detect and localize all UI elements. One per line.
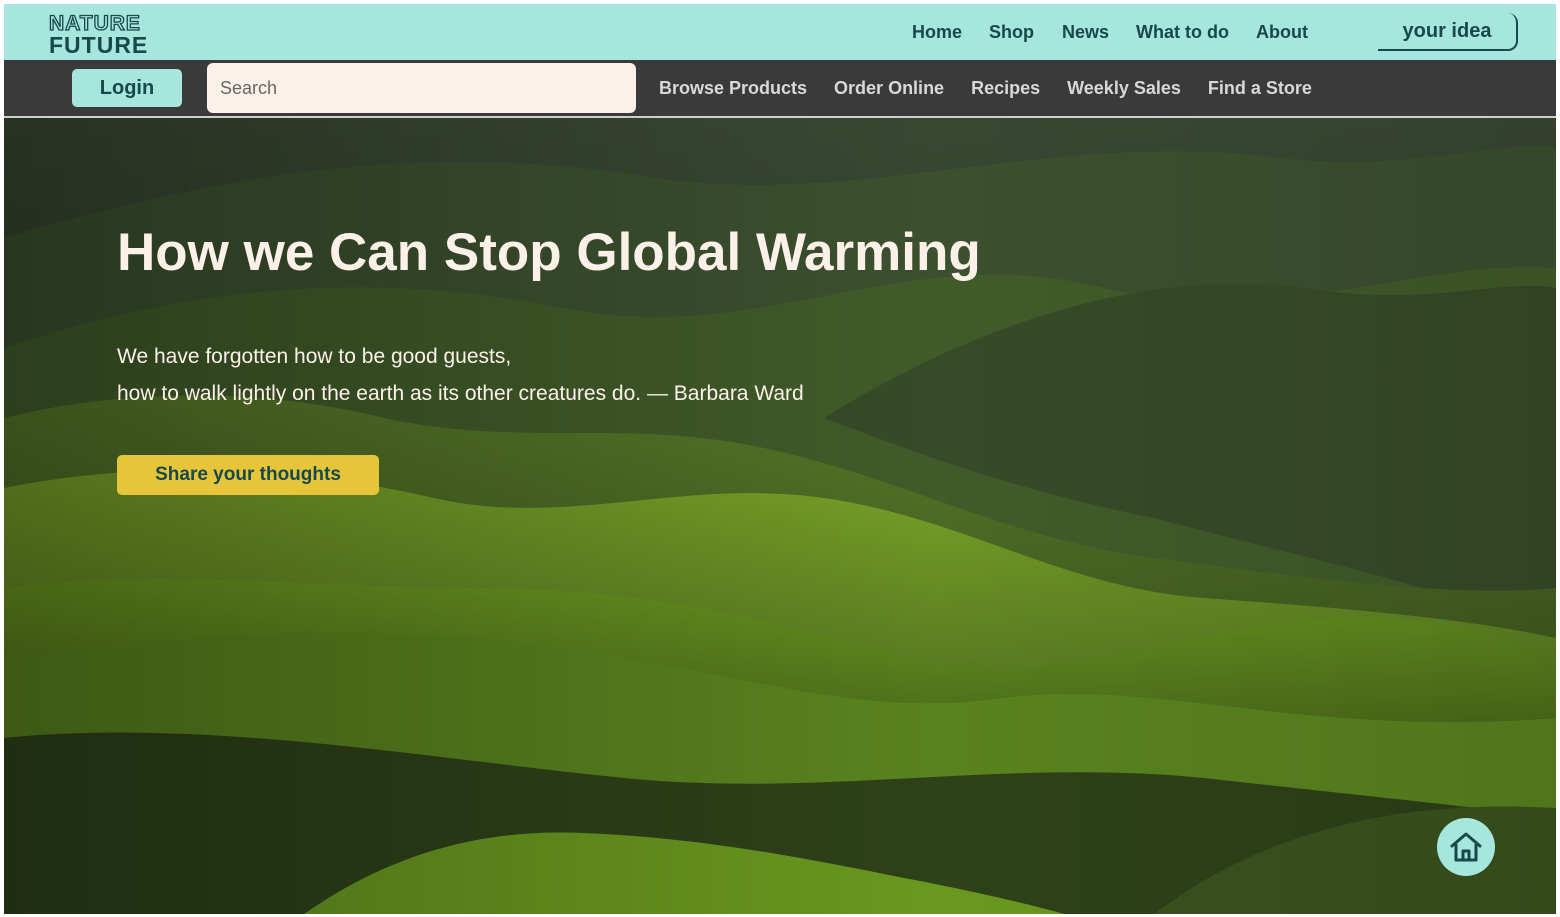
nav-shop[interactable]: Shop [989,22,1034,43]
nav-order-online[interactable]: Order Online [834,78,944,99]
secondary-nav: Browse Products Order Online Recipes Wee… [659,60,1312,116]
top-header: NATURE FUTURE Home Shop News What to do … [4,4,1556,60]
hero-quote: We have forgotten how to be good guests,… [117,338,804,412]
nav-browse-products[interactable]: Browse Products [659,78,807,99]
hero-quote-line2: how to walk lightly on the earth as its … [117,382,804,405]
search-input[interactable] [207,63,636,113]
page-frame: NATURE FUTURE Home Shop News What to do … [4,4,1556,914]
nav-recipes[interactable]: Recipes [971,78,1040,99]
your-idea-button[interactable]: your idea [1378,13,1518,51]
home-icon [1450,832,1482,862]
home-fab-button[interactable] [1437,818,1495,876]
top-nav: Home Shop News What to do About [912,4,1308,60]
nav-about[interactable]: About [1256,22,1308,43]
nav-home[interactable]: Home [912,22,962,43]
login-button[interactable]: Login [72,69,182,107]
secondary-nav-bar: Login Browse Products Order Online Recip… [4,60,1556,118]
hero-quote-line1: We have forgotten how to be good guests, [117,345,512,368]
hero-section: How we Can Stop Global Warming We have f… [4,118,1556,914]
nav-find-a-store[interactable]: Find a Store [1208,78,1312,99]
share-thoughts-button[interactable]: Share your thoughts [117,455,379,495]
hero-title: How we Can Stop Global Warming [117,223,981,282]
nav-what-to-do[interactable]: What to do [1136,22,1229,43]
brand-logo[interactable]: NATURE FUTURE [48,10,172,56]
brand-logo-line2: FUTURE [49,32,148,56]
nav-weekly-sales[interactable]: Weekly Sales [1067,78,1181,99]
nav-news[interactable]: News [1062,22,1109,43]
